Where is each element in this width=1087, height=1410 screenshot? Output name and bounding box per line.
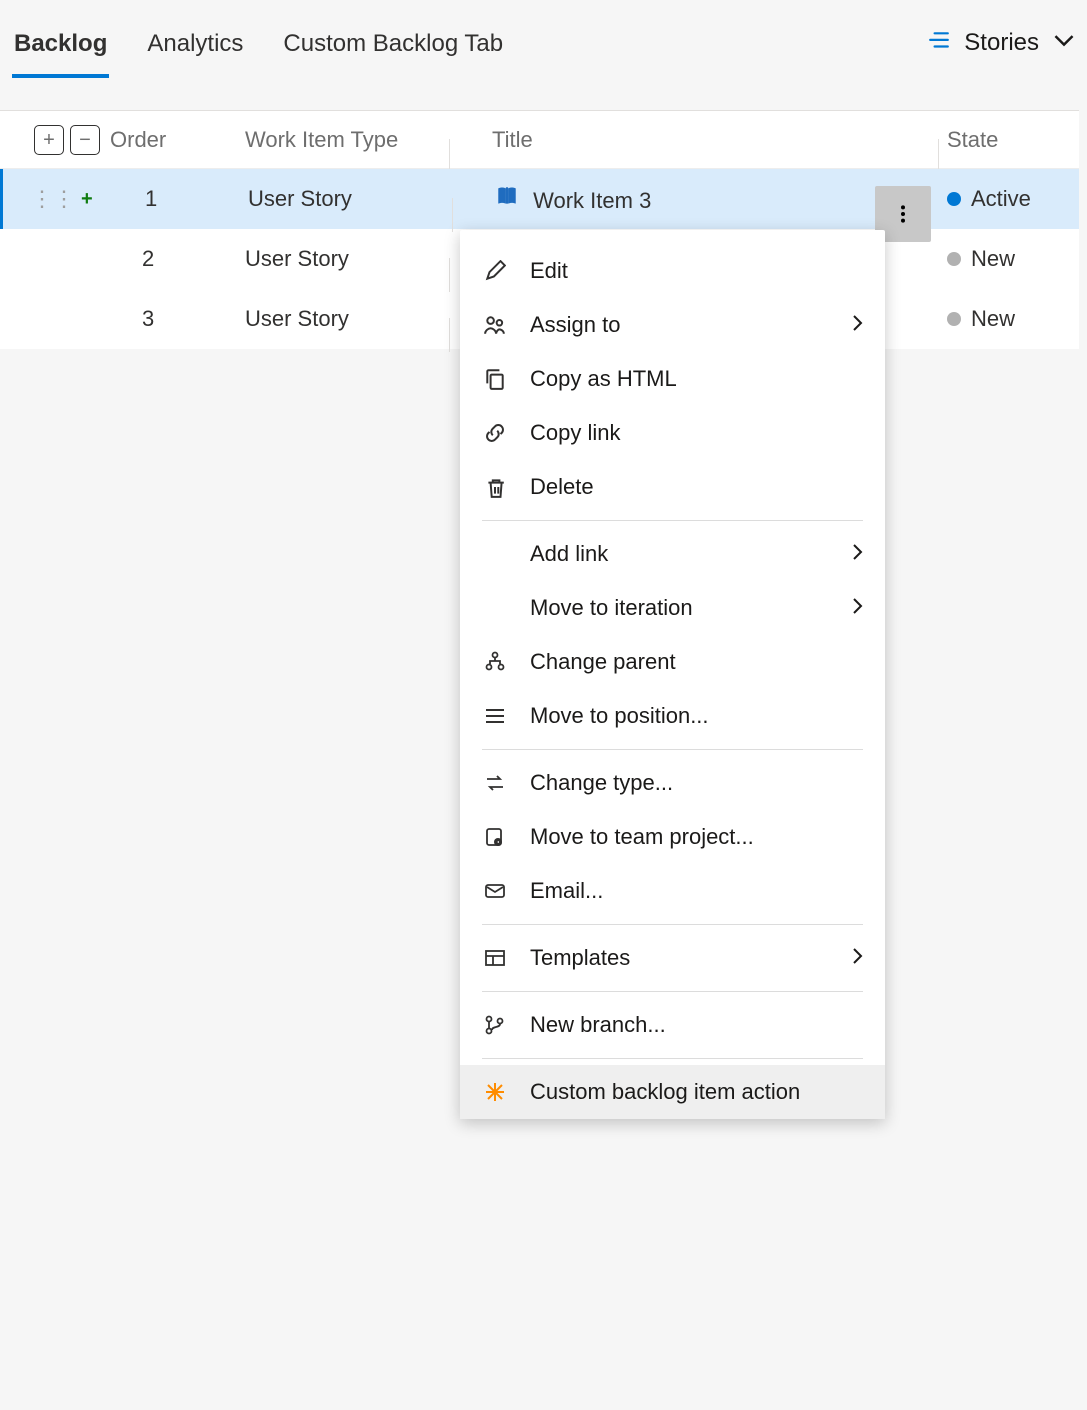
menu-copy-html[interactable]: Copy as HTML	[460, 352, 885, 406]
cell-type: User Story	[248, 186, 453, 212]
menu-label: New branch...	[530, 1012, 666, 1038]
menu-separator	[482, 1058, 863, 1059]
menu-label: Change parent	[530, 649, 676, 675]
menu-separator	[482, 749, 863, 750]
col-order[interactable]: Order	[110, 127, 245, 153]
drag-handle-icon[interactable]: ⋮⋮	[31, 186, 75, 212]
chevron-right-icon	[849, 541, 867, 567]
chevron-right-icon	[849, 595, 867, 621]
chevron-right-icon	[849, 312, 867, 338]
table-row[interactable]: ⋮⋮ + 1 User Story Work Item 3 Active	[0, 169, 1079, 229]
tab-custom[interactable]: Custom Backlog Tab	[281, 24, 505, 78]
work-item-title[interactable]: Work Item 3	[533, 188, 651, 213]
cell-order: 3	[110, 306, 245, 332]
cell-order: 2	[110, 246, 245, 272]
tab-backlog[interactable]: Backlog	[12, 24, 109, 78]
cell-type: User Story	[245, 306, 450, 332]
menu-add-link[interactable]: Add link	[460, 527, 885, 581]
edit-icon	[482, 260, 508, 282]
cell-order: 1	[113, 186, 248, 212]
menu-label: Email...	[530, 878, 603, 904]
menu-label: Edit	[530, 258, 568, 284]
chevron-down-icon	[1053, 30, 1075, 57]
grid-header: + − Order Work Item Type Title State	[0, 111, 1079, 169]
menu-label: Add link	[530, 541, 608, 567]
chevron-right-icon	[849, 945, 867, 971]
trash-icon	[482, 476, 508, 498]
menu-custom-action[interactable]: Custom backlog item action	[460, 1065, 885, 1119]
menu-change-parent[interactable]: Change parent	[460, 635, 885, 689]
copy-icon	[482, 368, 508, 390]
menu-move-iteration[interactable]: Move to iteration	[460, 581, 885, 635]
link-icon	[482, 422, 508, 444]
swap-icon	[482, 772, 508, 794]
state-dot-icon	[947, 192, 961, 206]
menu-templates[interactable]: Templates	[460, 931, 885, 985]
state-label: New	[971, 246, 1015, 272]
cell-state: Active	[939, 186, 1079, 212]
reorder-icon	[482, 705, 508, 727]
menu-label: Change type...	[530, 770, 673, 796]
menu-move-project[interactable]: Move to team project...	[460, 810, 885, 864]
template-icon	[482, 947, 508, 969]
col-title[interactable]: Title	[450, 127, 939, 153]
context-menu: Edit Assign to Copy as HTML Copy link De…	[460, 230, 885, 1119]
menu-email[interactable]: Email...	[460, 864, 885, 918]
expand-all-button[interactable]: +	[34, 125, 64, 155]
menu-label: Move to team project...	[530, 824, 754, 850]
menu-label: Copy link	[530, 420, 620, 446]
col-state[interactable]: State	[939, 127, 1079, 153]
tab-analytics[interactable]: Analytics	[145, 24, 245, 78]
menu-separator	[482, 520, 863, 521]
menu-label: Delete	[530, 474, 594, 500]
menu-label: Copy as HTML	[530, 366, 677, 392]
backlog-level-label: Stories	[964, 29, 1039, 57]
menu-label: Templates	[530, 945, 630, 971]
user-story-icon	[495, 188, 519, 213]
cell-state: New	[939, 306, 1079, 332]
backlog-level-icon	[928, 30, 950, 57]
menu-new-branch[interactable]: New branch...	[460, 998, 885, 1052]
backlog-level-picker[interactable]: Stories	[928, 29, 1075, 73]
menu-move-position[interactable]: Move to position...	[460, 689, 885, 743]
hierarchy-icon	[482, 651, 508, 673]
menu-assign-to[interactable]: Assign to	[460, 298, 885, 352]
menu-delete[interactable]: Delete	[460, 460, 885, 514]
cell-state: New	[939, 246, 1079, 272]
cell-title: Work Item 3	[453, 184, 939, 214]
cell-type: User Story	[245, 246, 450, 272]
menu-separator	[482, 991, 863, 992]
menu-label: Assign to	[530, 312, 621, 338]
people-icon	[482, 314, 508, 336]
mail-icon	[482, 880, 508, 902]
menu-label: Move to iteration	[530, 595, 693, 621]
menu-edit[interactable]: Edit	[460, 244, 885, 298]
collapse-all-button[interactable]: −	[70, 125, 100, 155]
state-dot-icon	[947, 312, 961, 326]
state-dot-icon	[947, 252, 961, 266]
col-type[interactable]: Work Item Type	[245, 127, 450, 153]
state-label: New	[971, 306, 1015, 332]
branch-icon	[482, 1014, 508, 1036]
add-child-icon[interactable]: +	[81, 188, 93, 211]
menu-copy-link[interactable]: Copy link	[460, 406, 885, 460]
tabs-bar: Backlog Analytics Custom Backlog Tab Sto…	[0, 0, 1087, 78]
custom-action-icon	[482, 1081, 508, 1103]
state-label: Active	[971, 186, 1031, 212]
menu-separator	[482, 924, 863, 925]
menu-label: Move to position...	[530, 703, 709, 729]
project-icon	[482, 826, 508, 848]
menu-change-type[interactable]: Change type...	[460, 756, 885, 810]
menu-label: Custom backlog item action	[530, 1079, 800, 1105]
